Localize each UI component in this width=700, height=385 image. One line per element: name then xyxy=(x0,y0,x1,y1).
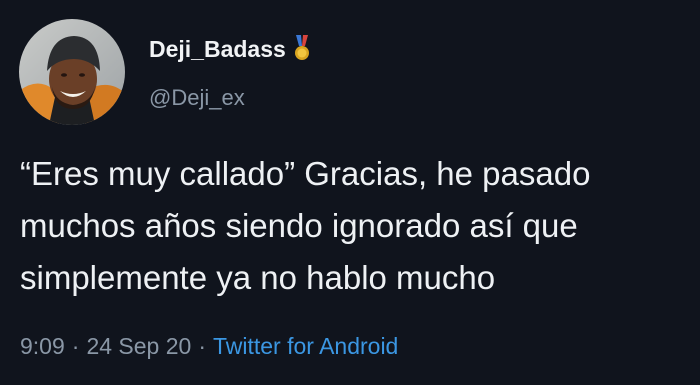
display-name[interactable]: Deji_Badass xyxy=(149,35,311,63)
tweet-source-link[interactable]: Twitter for Android xyxy=(213,333,398,359)
avatar[interactable] xyxy=(19,19,125,125)
tweet-time[interactable]: 9:09 xyxy=(20,333,65,359)
tweet-text: “Eres muy callado” Gracias, he pasado mu… xyxy=(20,155,591,296)
tweet-card: Deji_Badass @Deji_ex “Eres muy callado” … xyxy=(0,0,700,385)
display-name-text: Deji_Badass xyxy=(149,35,286,62)
meta-separator: · xyxy=(198,333,206,359)
tweet-meta: 9:09 · 24 Sep 20 · Twitter for Android xyxy=(20,333,398,360)
user-handle[interactable]: @Deji_ex xyxy=(149,85,245,111)
medal-icon xyxy=(293,35,311,63)
tweet-date[interactable]: 24 Sep 20 xyxy=(86,333,191,359)
meta-separator: · xyxy=(71,333,80,359)
avatar-image xyxy=(19,19,125,125)
